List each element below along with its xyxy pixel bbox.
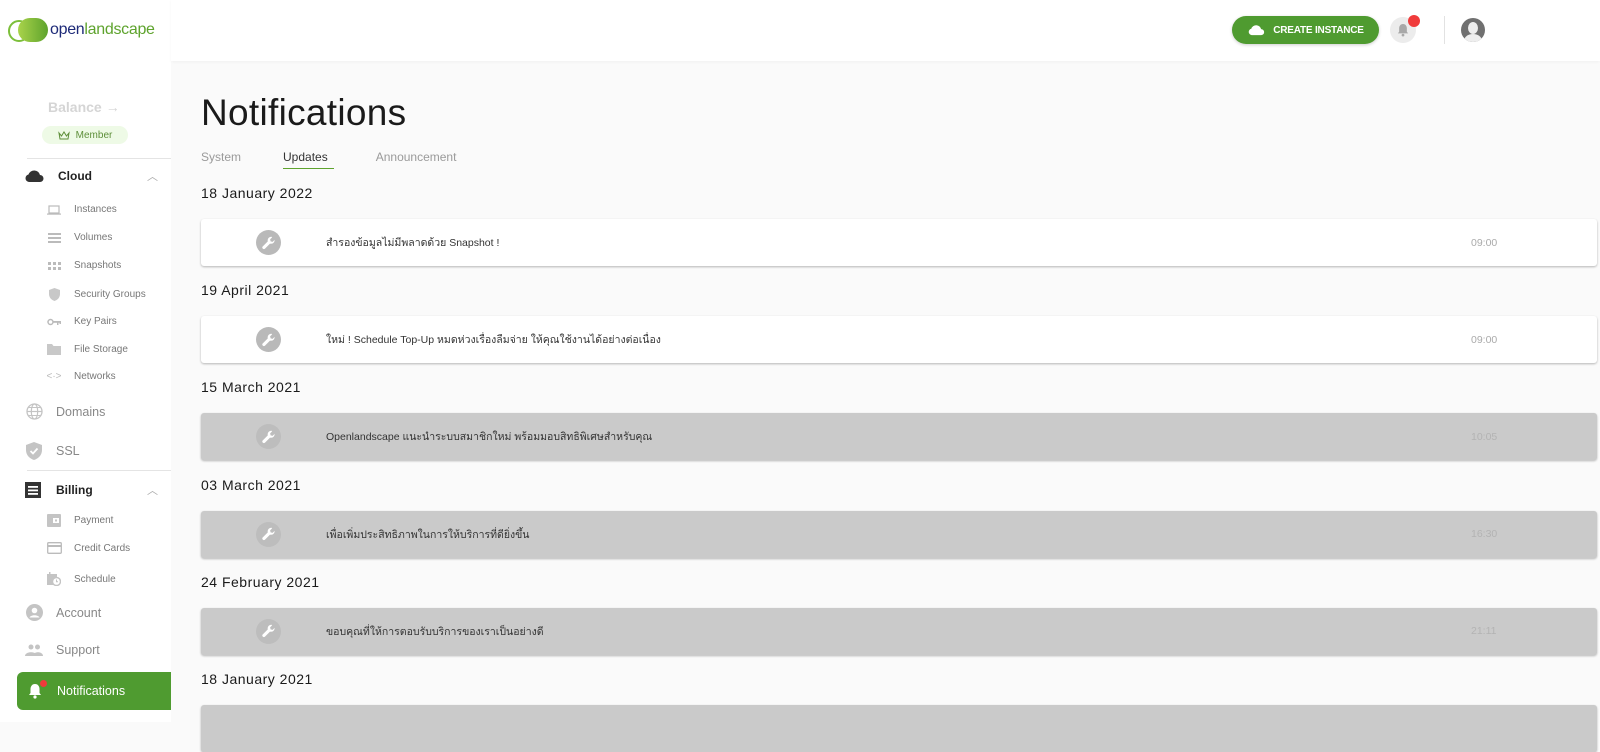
sidebar-item-file-storage[interactable]: File Storage [46,344,128,355]
globe-icon [24,403,44,420]
wallet-icon [46,514,62,527]
tab-updates[interactable]: Updates [283,150,334,169]
volumes-icon [46,232,62,243]
user-avatar[interactable] [1461,18,1485,42]
crown-icon [57,130,70,139]
sidebar-item-key-pairs[interactable]: Key Pairs [46,316,117,327]
date-heading: 24 February 2021 [201,573,320,590]
sidebar-group-billing[interactable]: Billing ︿ [24,481,164,499]
notification-time: 10:05 [1471,430,1498,443]
chevron-up-icon[interactable]: ︿ [147,168,158,184]
date-heading: 19 April 2021 [201,282,290,299]
notification-card[interactable]: สำรองข้อมูลไม่มีพลาดด้วย Snapshot ! 09:0… [201,219,1597,266]
sidebar-item-volumes[interactable]: Volumes [46,232,112,243]
sidebar-item-support[interactable]: Support [24,643,100,657]
notification-card[interactable] [201,705,1597,752]
sidebar-divider [27,470,171,471]
sidebar-group-label: Billing [56,483,93,497]
sidebar-item-schedule[interactable]: Schedule [46,572,116,586]
sidebar-item-account[interactable]: Account [24,604,101,621]
notification-dot [40,680,47,687]
schedule-icon [46,572,62,586]
notification-card[interactable]: เพื่อเพิ่มประสิทธิภาพในการให้บริการที่ดี… [201,510,1597,558]
chevron-up-icon[interactable]: ︿ [147,482,158,498]
date-heading: 15 March 2021 [201,379,301,396]
notification-message: Openlandscape แนะนำระบบสมาชิกใหม่ พร้อมม… [326,431,653,444]
notification-tabs: System Updates Announcement [201,150,498,169]
notifications-button[interactable] [1390,15,1420,43]
sidebar-group-label: Cloud [58,169,92,183]
code-icon: <·> [46,371,62,382]
notification-time: 09:00 [1471,236,1498,249]
arrow-right-icon: → [105,99,120,115]
sidebar-item-credit-cards[interactable]: Credit Cards [46,542,130,554]
notification-message: สำรองข้อมูลไม่มีพลาดด้วย Snapshot ! [326,237,500,249]
brand-name: openlandscape [50,21,155,38]
sidebar-item-notifications[interactable]: Notifications [17,672,171,710]
sidebar-item-ssl[interactable]: SSL [24,442,80,460]
people-icon [24,644,44,656]
laptop-icon [46,204,62,215]
sidebar-item-instances[interactable]: Instances [46,204,117,215]
tab-system[interactable]: System [201,150,241,169]
key-icon [46,318,62,326]
bell-icon [1397,24,1409,37]
notification-card[interactable]: ใหม่ ! Schedule Top-Up หมดห่วงเรื่องลืมจ… [201,316,1597,364]
member-label: Member [75,129,113,141]
sidebar-item-payment[interactable]: Payment [46,514,113,527]
logo-icon [8,18,48,42]
bell-icon [27,680,47,700]
credit-card-icon [46,542,62,554]
receipt-icon [25,482,41,498]
sidebar-item-snapshots[interactable]: Snapshots [46,260,121,271]
date-heading: 18 January 2022 [201,185,313,201]
top-bar [171,0,1600,61]
logo[interactable]: openlandscape [8,18,155,42]
shield-check-icon [24,442,44,460]
notification-time: 21:11 [1471,625,1497,638]
balance-label: Balance [48,99,102,115]
notification-time: 09:00 [1471,333,1498,346]
page-title: Notifications [201,92,407,133]
sidebar-divider [27,158,171,159]
date-heading: 18 January 2021 [201,671,313,687]
cloud-icon [25,170,44,182]
create-instance-label: CREATE INSTANCE [1273,24,1364,36]
notification-dot [1408,15,1420,27]
wrench-icon [256,230,281,255]
tab-announcement[interactable]: Announcement [376,150,457,169]
snapshots-icon [46,261,62,270]
sidebar: openlandscape Balance → Member Cloud ︿ I… [0,0,171,722]
folder-icon [46,344,62,355]
notification-card[interactable]: ขอบคุณที่ให้การตอบรับบริการของเราเป็นอย่… [201,607,1597,655]
wrench-icon [256,618,281,644]
create-instance-button[interactable]: CREATE INSTANCE [1232,16,1379,44]
wrench-icon [256,327,281,353]
notification-message: ใหม่ ! Schedule Top-Up หมดห่วงเรื่องลืมจ… [326,334,661,347]
cloud-icon [1248,25,1265,36]
date-heading: 03 March 2021 [201,476,301,493]
sidebar-item-domains[interactable]: Domains [24,403,105,420]
notification-message: ขอบคุณที่ให้การตอบรับบริการของเราเป็นอย่… [326,625,544,638]
shield-icon [46,288,62,301]
member-badge: Member [42,126,128,144]
topbar-divider [1444,16,1445,44]
wrench-icon [256,521,281,547]
notification-time: 16:30 [1471,528,1498,541]
balance-link[interactable]: Balance → [48,99,120,115]
sidebar-item-security-groups[interactable]: Security Groups [46,288,146,301]
account-icon [24,604,44,621]
notification-message: เพื่อเพิ่มประสิทธิภาพในการให้บริการที่ดี… [326,528,530,541]
sidebar-group-cloud[interactable]: Cloud ︿ [24,169,164,183]
notification-card[interactable]: Openlandscape แนะนำระบบสมาชิกใหม่ พร้อมม… [201,413,1597,461]
wrench-icon [256,424,281,450]
sidebar-item-networks[interactable]: <·> Networks [46,371,115,382]
